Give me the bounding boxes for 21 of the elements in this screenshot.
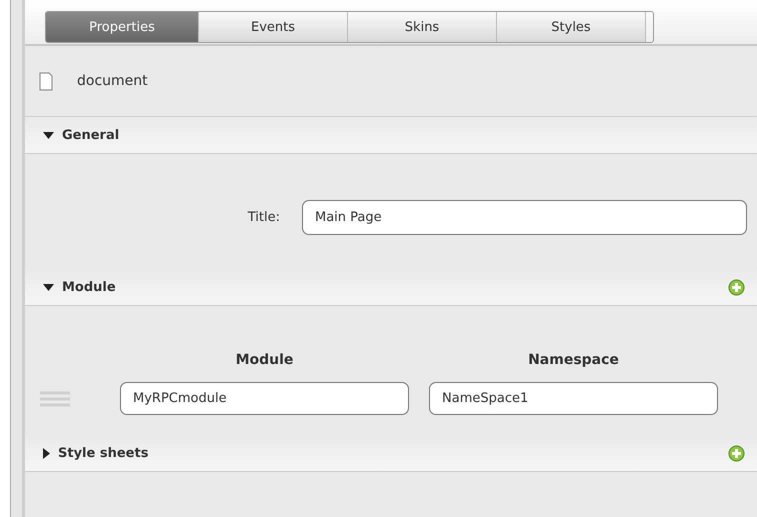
add-icon[interactable] — [728, 278, 745, 296]
expand-icon — [43, 448, 50, 458]
field-label: Title: — [246, 210, 281, 225]
add-icon[interactable] — [728, 444, 745, 462]
column-header: Namespace — [527, 352, 620, 368]
tab[interactable]: Events — [199, 12, 348, 42]
tab[interactable]: Properties — [46, 12, 199, 42]
tab[interactable]: Styles — [497, 12, 646, 42]
drag-handle-icon[interactable] — [40, 390, 70, 406]
column-header: Module — [234, 352, 294, 368]
text-field[interactable]: Main Page — [302, 200, 747, 235]
collapse-icon — [43, 284, 54, 290]
document-icon — [39, 72, 53, 90]
section-title: General — [62, 128, 120, 142]
section-title: Style sheets — [58, 446, 148, 460]
text-field[interactable]: MyRPCmodule — [120, 382, 409, 415]
collapse-icon — [43, 132, 54, 138]
text-field[interactable]: NameSpace1 — [429, 382, 718, 415]
object-name: document — [77, 73, 148, 89]
tab[interactable]: Skins — [348, 12, 497, 42]
section-title: Module — [62, 280, 116, 294]
